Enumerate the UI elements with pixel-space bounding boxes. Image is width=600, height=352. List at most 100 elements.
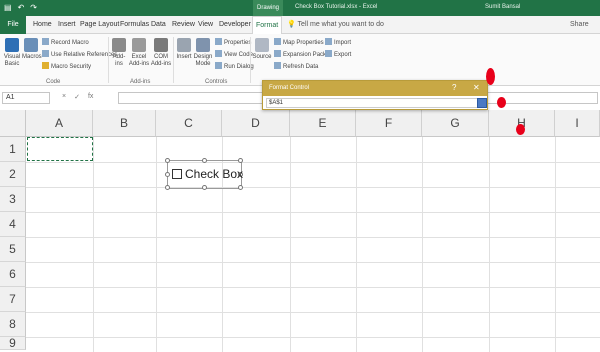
ribbon-separator — [173, 37, 174, 83]
visual-basic-button[interactable]: Visual Basic — [2, 38, 22, 68]
expansion-packs-button[interactable]: Expansion Packs — [274, 50, 329, 59]
tab-data[interactable]: Data — [148, 16, 169, 34]
grid-line — [26, 237, 600, 238]
design-mode-button[interactable]: Design Mode — [193, 38, 213, 68]
view-code-button[interactable]: View Code — [215, 50, 253, 59]
com-add-ins-label: COM Add-ins — [150, 54, 172, 67]
import-button[interactable]: Import — [325, 38, 351, 47]
tab-insert[interactable]: Insert — [55, 16, 79, 34]
export-icon — [325, 50, 332, 57]
run-dialog-button[interactable]: Run Dialog — [215, 62, 254, 71]
expand-dialog-icon[interactable] — [477, 98, 487, 108]
resize-handle[interactable] — [165, 185, 170, 190]
checkbox-form-control[interactable]: Check Box — [165, 158, 243, 190]
tab-home[interactable]: Home — [30, 16, 55, 34]
tell-me-search[interactable]: 💡 Tell me what you want to do — [287, 16, 384, 34]
row-header-7[interactable]: 7 — [0, 287, 26, 312]
dialog-title-bar[interactable]: Format Control ? ✕ — [263, 81, 487, 96]
com-add-ins-button[interactable]: COM Add-ins — [150, 38, 172, 68]
column-header-c[interactable]: C — [156, 110, 222, 137]
group-label-code: Code — [46, 79, 61, 85]
tab-review[interactable]: Review — [169, 16, 198, 34]
column-header-d[interactable]: D — [222, 110, 290, 137]
com-add-ins-icon — [154, 38, 168, 52]
row-header-8[interactable]: 8 — [0, 312, 26, 337]
resize-handle[interactable] — [202, 158, 207, 163]
tab-format[interactable]: Format — [252, 16, 283, 34]
warning-icon — [42, 62, 49, 69]
save-icon[interactable]: ▤ — [4, 3, 12, 12]
view-code-icon — [215, 50, 222, 57]
name-box[interactable]: A1 — [2, 92, 50, 104]
column-header-i[interactable]: I — [555, 110, 600, 137]
import-icon — [325, 38, 332, 45]
undo-icon[interactable]: ↶ — [18, 3, 25, 12]
add-ins-button[interactable]: Add-ins — [110, 38, 128, 68]
column-header-b[interactable]: B — [93, 110, 156, 137]
row-header-1[interactable]: 1 — [0, 137, 26, 162]
use-relative-references-button[interactable]: Use Relative References — [42, 50, 117, 59]
row-header-4[interactable]: 4 — [0, 212, 26, 237]
properties-button[interactable]: Properties — [215, 38, 251, 47]
record-macro-icon — [42, 38, 49, 45]
tab-view[interactable]: View — [195, 16, 216, 34]
expansion-packs-icon — [274, 50, 281, 57]
map-properties-button[interactable]: Map Properties — [274, 38, 324, 47]
grid-line — [26, 187, 600, 188]
record-macro-button[interactable]: Record Macro — [42, 38, 89, 47]
tab-formulas[interactable]: Formulas — [117, 16, 152, 34]
resize-handle[interactable] — [165, 172, 170, 177]
selected-cell-a1[interactable] — [27, 137, 93, 161]
grid-line — [356, 137, 357, 352]
column-header-e[interactable]: E — [290, 110, 356, 137]
resize-handle[interactable] — [238, 158, 243, 163]
properties-label: Properties — [224, 40, 252, 46]
help-button[interactable]: ? — [452, 83, 456, 92]
grid-line — [26, 337, 600, 338]
export-button[interactable]: Export — [325, 50, 351, 59]
resize-handle[interactable] — [202, 185, 207, 190]
enter-icon[interactable]: ✓ — [74, 93, 80, 101]
excel-add-ins-button[interactable]: Excel Add-ins — [128, 38, 150, 68]
worksheet-grid[interactable]: A B C D E F G H I 1 2 3 4 5 6 7 8 9 — [0, 110, 600, 352]
resize-handle[interactable] — [165, 158, 170, 163]
tab-developer[interactable]: Developer — [216, 16, 254, 34]
relative-references-icon — [42, 50, 49, 57]
row-header-3[interactable]: 3 — [0, 187, 26, 212]
share-button[interactable]: Share — [570, 16, 589, 34]
user-name[interactable]: Sumit Bansal — [485, 4, 520, 10]
select-all-corner[interactable] — [0, 110, 26, 137]
ribbon-separator — [250, 37, 251, 83]
checkbox-square[interactable] — [172, 169, 182, 179]
column-header-f[interactable]: F — [356, 110, 422, 137]
ribbon-separator — [108, 37, 109, 83]
macros-button[interactable]: Macros — [22, 38, 42, 61]
row-header-2[interactable]: 2 — [0, 162, 26, 187]
row-header-9[interactable]: 9 — [0, 337, 26, 350]
cell-link-input[interactable]: $A$1 — [266, 98, 478, 108]
import-label: Import — [334, 40, 352, 46]
cancel-icon[interactable]: × — [62, 93, 66, 101]
tab-file[interactable]: File — [0, 16, 26, 34]
tell-me-text: Tell me what you want to do — [297, 21, 384, 28]
row-header-6[interactable]: 6 — [0, 262, 26, 287]
macro-security-button[interactable]: Macro Security — [42, 62, 91, 71]
refresh-data-label: Refresh Data — [283, 64, 319, 70]
row-header-5[interactable]: 5 — [0, 237, 26, 262]
map-properties-label: Map Properties — [283, 40, 324, 46]
source-button[interactable]: Source — [252, 38, 272, 61]
macros-icon — [24, 38, 38, 52]
column-header-g[interactable]: G — [422, 110, 489, 137]
redo-icon[interactable]: ↷ — [30, 3, 37, 12]
grid-line — [555, 137, 556, 352]
tab-page-layout[interactable]: Page Layout — [77, 16, 122, 34]
insert-control-button[interactable]: Insert — [175, 38, 193, 61]
refresh-data-button[interactable]: Refresh Data — [274, 62, 318, 71]
close-button[interactable]: ✕ — [473, 83, 480, 92]
insert-function-icon[interactable]: fx — [88, 93, 93, 101]
design-mode-label: Design Mode — [193, 54, 213, 67]
lightbulb-icon: 💡 — [287, 21, 298, 28]
grid-line — [26, 212, 600, 213]
resize-handle[interactable] — [238, 185, 243, 190]
column-header-a[interactable]: A — [26, 110, 93, 137]
